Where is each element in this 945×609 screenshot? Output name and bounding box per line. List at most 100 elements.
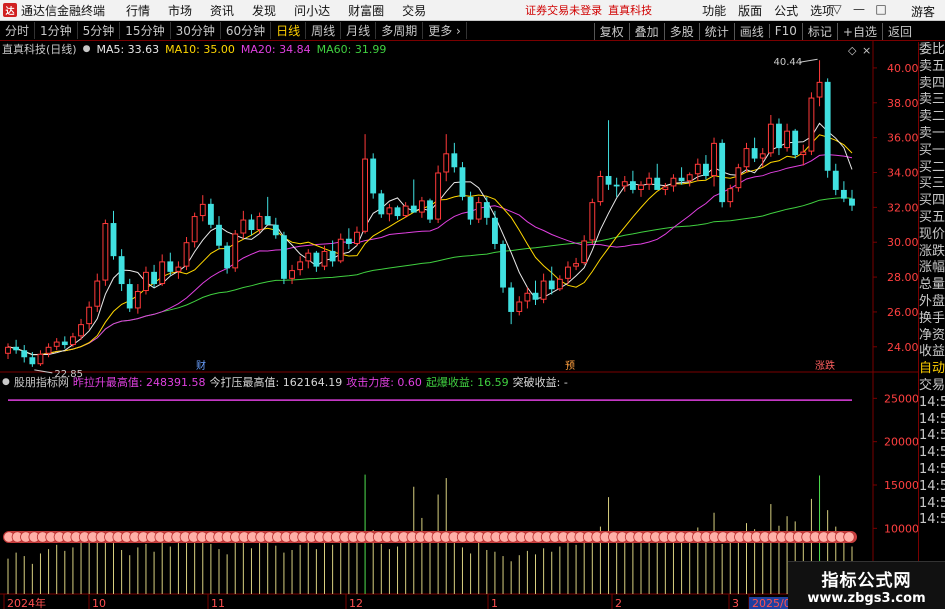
f10-button[interactable]: F10 [768, 24, 802, 38]
price-tick-label: 34.00 [887, 166, 918, 179]
candle-body [329, 250, 336, 262]
candlestick [824, 78, 831, 178]
back-button[interactable]: 返回 [881, 22, 917, 40]
diamond-icon[interactable]: ◇ [848, 44, 857, 57]
statistics-button[interactable]: 统计 [698, 22, 734, 40]
app-logo-icon: 达 [3, 3, 17, 17]
mark-button[interactable]: 标记 [801, 22, 837, 40]
menu-quotes[interactable]: 行情 [117, 2, 159, 19]
overlay-button[interactable]: 叠加 [628, 22, 664, 40]
price-tick-label: 28.00 [887, 271, 918, 284]
draw-line-button[interactable]: 画线 [733, 22, 769, 40]
period-tab-multi[interactable]: 多周期 [376, 22, 424, 39]
candlestick [289, 264, 295, 285]
period-tab-weekly[interactable]: 周线 [306, 22, 342, 39]
candlestick [792, 128, 799, 159]
ma20-line [7, 154, 853, 356]
candle-body [53, 341, 60, 347]
period-tab-15min[interactable]: 15分钟 [120, 22, 171, 39]
high-annotation-label: 40.44 [774, 57, 803, 68]
candle-body [264, 216, 271, 225]
candlestick [427, 198, 433, 224]
candle-body [118, 256, 125, 285]
candle-body [159, 261, 166, 285]
menu-layout[interactable]: 版面 [732, 2, 768, 19]
add-watchlist-button[interactable]: +自选 [836, 22, 882, 40]
bead-circle [843, 531, 855, 543]
candlestick [256, 212, 263, 234]
candlestick [605, 120, 612, 190]
period-tab-5min[interactable]: 5分钟 [78, 22, 121, 39]
candle-body [516, 301, 523, 312]
indicator-value-breakout: 突破收益: - [512, 376, 568, 389]
candlestick [459, 162, 466, 201]
candlestick [629, 170, 636, 194]
menu-function[interactable]: 功能 [696, 2, 732, 19]
candle-body [191, 216, 198, 243]
dropdown-icon[interactable]: ▽ [829, 2, 845, 16]
side-panel-item: 涨幅 [919, 260, 945, 276]
menu-trade[interactable]: 交易 [393, 2, 435, 19]
candle-body [134, 291, 141, 309]
period-tab-daily[interactable]: 日线 [271, 22, 307, 39]
candle-body [832, 170, 839, 190]
candle-body [589, 202, 596, 241]
window-controls: ▽ — □ [829, 2, 889, 16]
candle-body [345, 238, 352, 244]
side-panel-item: 外盘 [919, 293, 945, 309]
candle-body [435, 172, 442, 220]
candlestick [410, 179, 417, 213]
price-tick-label: 24.00 [887, 341, 918, 354]
candlestick [508, 282, 515, 325]
candlestick [840, 181, 847, 203]
candlestick [134, 284, 141, 314]
menu-market[interactable]: 市场 [159, 2, 201, 19]
candlestick [727, 184, 734, 208]
period-tab-intraday[interactable]: 分时 [0, 22, 36, 39]
side-panel-item: 涨跌 [919, 243, 945, 259]
period-tab-monthly[interactable]: 月线 [341, 22, 377, 39]
adjust-button[interactable]: 复权 [593, 22, 629, 40]
candle-body [743, 148, 750, 168]
candle-body [840, 189, 847, 199]
candle-body [102, 223, 109, 281]
candle-body [670, 177, 677, 187]
candlestick [297, 256, 304, 276]
menu-discover[interactable]: 发现 [243, 2, 285, 19]
menu-news[interactable]: 资讯 [201, 2, 243, 19]
period-tab-more[interactable]: 更多 › [423, 22, 467, 39]
side-panel-item: 买五 [919, 209, 945, 225]
candlestick [589, 198, 596, 244]
price-tick-label: 38.00 [887, 97, 918, 110]
maximize-icon[interactable]: □ [873, 2, 889, 16]
candlestick [719, 139, 726, 208]
candle-body [337, 238, 344, 262]
candle-body [86, 306, 93, 325]
guest-label[interactable]: 游客 [911, 3, 935, 20]
candle-body [402, 205, 409, 217]
candle-body [224, 245, 231, 269]
side-panel-item: 14:56 [919, 394, 945, 410]
menu-formula[interactable]: 公式 [768, 2, 804, 19]
candle-body [694, 163, 701, 175]
period-tab-1min[interactable]: 1分钟 [35, 22, 78, 39]
candlestick [207, 198, 214, 229]
period-tab-30min[interactable]: 30分钟 [171, 22, 221, 39]
close-icon[interactable]: × [862, 44, 871, 57]
candle-body [256, 216, 263, 231]
time-axis-label: 2 [615, 597, 622, 609]
menu-ask[interactable]: 问小达 [285, 2, 339, 19]
candlestick [646, 172, 653, 190]
candlestick [305, 249, 312, 269]
minimize-icon[interactable]: — [851, 2, 867, 16]
candle-body [110, 223, 117, 257]
multi-stock-button[interactable]: 多股 [663, 22, 699, 40]
login-notice[interactable]: 证券交易未登录 [525, 2, 602, 18]
chart-area[interactable]: 40.00 38.00 36.00 34.00 32.00 30.00 28.00 26.00… [0, 41, 918, 609]
indicator-dot-icon[interactable]: ● [2, 377, 10, 387]
period-toolbar: 分时 1分钟 5分钟 15分钟 30分钟 60分钟 日线 周线 月线 多周期 更… [0, 21, 945, 41]
candlestick [435, 165, 442, 224]
period-tab-60min[interactable]: 60分钟 [221, 22, 272, 39]
stock-name-label: 直真科技 [608, 4, 653, 17]
menu-wealth[interactable]: 财富圈 [339, 2, 393, 19]
